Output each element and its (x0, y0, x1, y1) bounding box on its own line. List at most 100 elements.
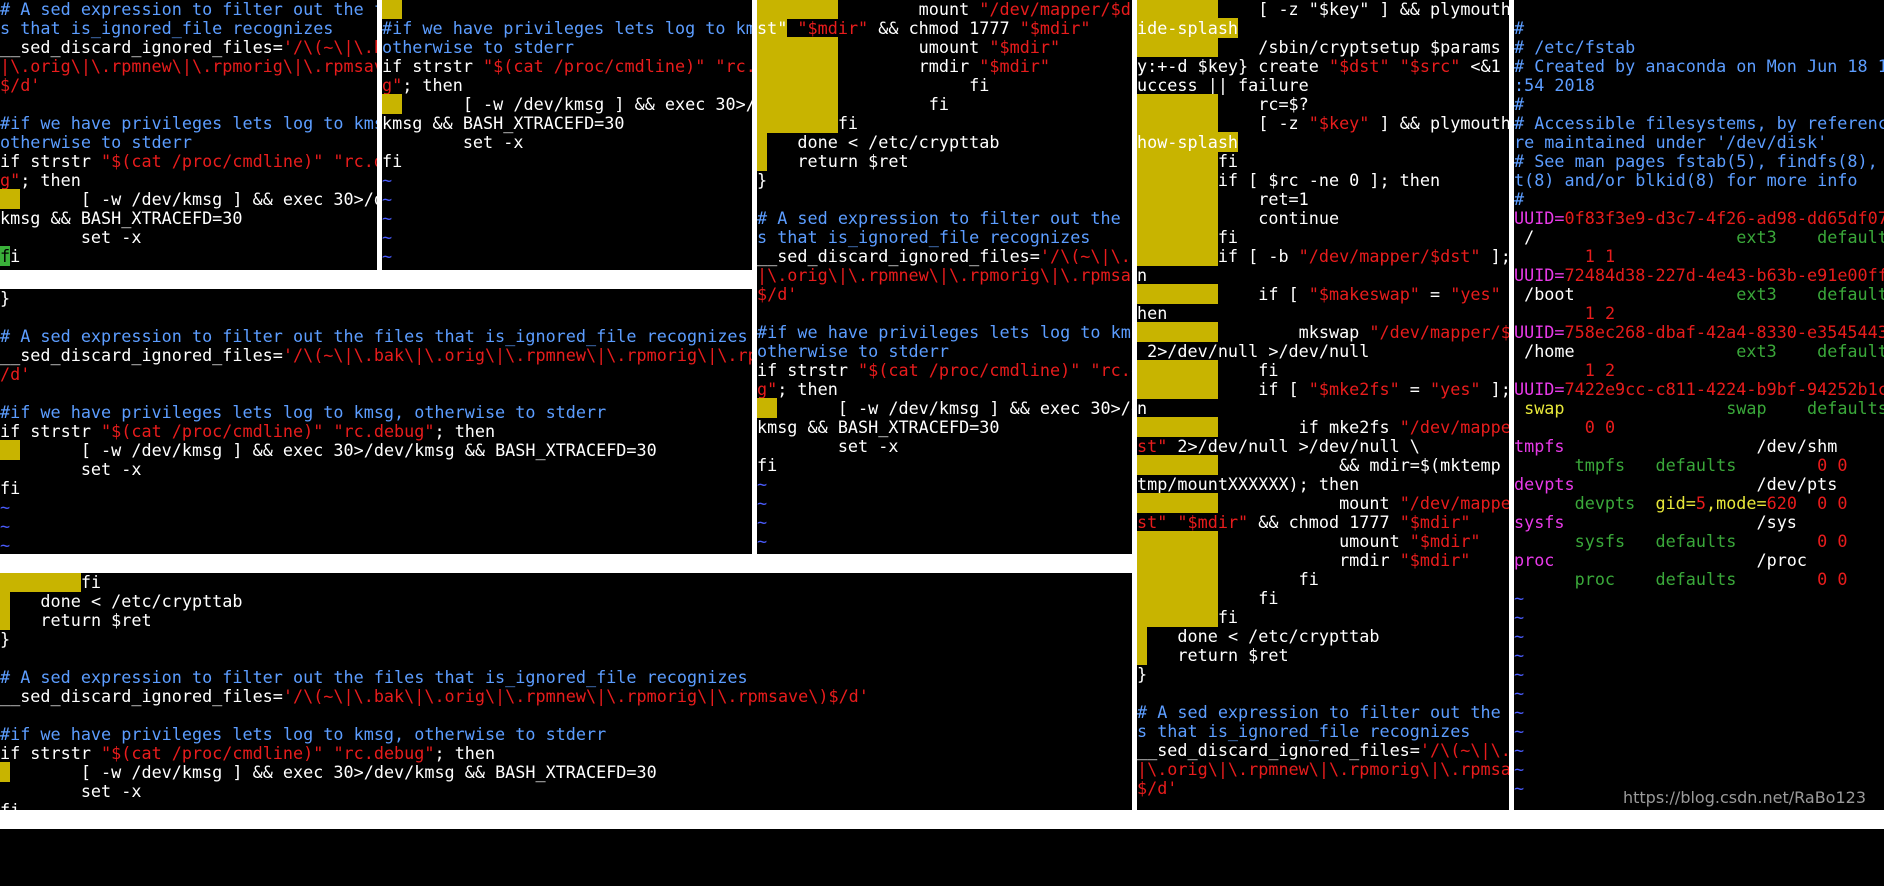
code-line: UUID=758ec268-dbaf-42a4-8330-e354544372b… (1514, 322, 1884, 342)
code-line: # Accessible filesystems, by reference, … (1514, 113, 1884, 133)
code-line: $/d' (0, 75, 41, 95)
code-line: n (1137, 398, 1148, 418)
code-line: [ -w /dev/kmsg ] && exec 30>/dev/kmsg &&… (0, 440, 752, 460)
status-percent: 99% (1474, 867, 1503, 886)
code-line: sysfs defaults 0 0 (1574, 531, 1848, 551)
code-line: otherwise to stderr (757, 341, 949, 361)
code-line: fi (1137, 607, 1509, 627)
code-line: #if we have privileges lets log to kmsg, (382, 18, 752, 38)
vim-pane-5[interactable]: [ -z "$key" ] && plymouth --h ide-splash… (1137, 0, 1509, 810)
code-line: / ext3 defaults (1514, 227, 1884, 247)
status-percent: 全部 (1845, 867, 1878, 886)
code-line: proc defaults 0 0 (1574, 569, 1848, 589)
code-line: # A sed expression to filter out the fil… (0, 0, 377, 19)
code-line: #if we have privileges lets log to kmsg, (0, 113, 377, 133)
code-line: tmpfs /dev/shm (1514, 436, 1838, 456)
vim-pane-1[interactable]: # A sed expression to filter out the fil… (0, 0, 377, 270)
code-line: fi (1137, 151, 1509, 171)
code-line: 0 0 (1584, 417, 1616, 437)
code-line: 2>/dev/null >/dev/null (1137, 341, 1370, 361)
code-line: uccess || failure (1137, 75, 1309, 95)
tilde-line: ~ (382, 246, 393, 266)
vim-pane-3[interactable]: } # A sed expression to filter out the f… (0, 289, 752, 554)
code-line: UUID=72484d38-227d-4e43-b63b-e91e00ff3bc… (1514, 265, 1884, 285)
code-line: |\.orig\|\.rpmnew\|\.rpmorig\|\.rpmsave\… (1137, 759, 1509, 779)
code-line: ide-splash (1137, 18, 1239, 38)
status-line-pane-5: /tmp/functions 987,1 99% (1137, 810, 1509, 886)
code-line: fi (0, 800, 21, 811)
status-filename: /tmp/functions (1141, 829, 1276, 848)
code-line: tmp/mountXXXXXX); then (1137, 474, 1360, 494)
code-line (382, 0, 752, 19)
code-line: continue (1137, 208, 1509, 228)
code-line: if strstr "$(cat /proc/cmdline)" "rc.deb… (0, 151, 377, 171)
code-line: otherwise to stderr (382, 37, 574, 57)
vim-pane-6[interactable]: fi done < /etc/crypttab return $ret } # … (0, 573, 1132, 810)
vim-pane-4[interactable]: mount "/dev/mapper/$d st" "$mdir" && chm… (757, 0, 1132, 554)
code-line: how-splash (1137, 132, 1239, 152)
tilde-line: ~ (0, 497, 11, 517)
vim-pane-fstab[interactable]: # # /etc/fstab # Created by anaconda on … (1514, 0, 1884, 810)
code-line: s that is_ignored_file recognizes (757, 227, 1091, 247)
code-line: /d' (0, 364, 31, 384)
code-line: set -x (80, 227, 142, 247)
tilde-line: ~ (382, 227, 393, 247)
code-line: [ -w /dev/kmsg ] && exec 30>/dev/ (0, 189, 377, 209)
code-line: fi (1137, 227, 1509, 247)
code-line: __sed_discard_ignored_files='/\(~\|\.bak… (0, 686, 869, 706)
code-line: done < /etc/crypttab (0, 591, 1132, 611)
code-line: n (1137, 265, 1148, 285)
tilde-line: ~ (1514, 759, 1525, 779)
code-line: #if we have privileges lets log to kmsg,… (0, 402, 607, 422)
code-line: g"; then (0, 170, 81, 190)
watermark-url: https://blog.csdn.net/RaBo123 (1622, 788, 1866, 807)
code-line: y:+-d $key} create "$dst" "$src" <&1 && … (1137, 56, 1501, 76)
code-line: sysfs /sys (1514, 512, 1797, 532)
code-line: if strstr "$(cat /proc/cmdline)" "rc.deb… (0, 743, 496, 763)
code-line: st" "$mdir" && chmod 1777 "$mdir" (1137, 512, 1471, 532)
vim-pane-2[interactable]: #if we have privileges lets log to kmsg,… (382, 0, 752, 270)
tilde-line: ~ (382, 208, 393, 228)
code-line: st" "$mdir" && chmod 1777 "$mdir" (757, 18, 1091, 38)
code-line: __sed_discard_ignored_files='/\(~\|\.bak… (757, 246, 1132, 266)
code-line: 1 1 (1584, 246, 1616, 266)
code-line: |\.orig\|\.rpmnew\|\.rpmorig\|\.rpmsave\… (757, 265, 1132, 285)
tilde-line: ~ (0, 516, 11, 536)
code-line: #if we have privileges lets log to kmsg,… (0, 724, 607, 744)
tilde-line: ~ (1514, 721, 1525, 741)
code-line: [ -z "$key" ] && plymouth --s (1137, 113, 1509, 133)
code-line: set -x (80, 459, 142, 479)
status-filename: /tmp/functions (4, 829, 139, 848)
code-line: if [ $rc -ne 0 ]; then (1137, 170, 1509, 190)
code-line: return $ret (757, 151, 1132, 171)
code-line: /sbin/cryptsetup $params ${ke (1137, 37, 1509, 57)
code-line: fi (382, 151, 403, 171)
tilde-line: ~ (1514, 664, 1525, 684)
code-line: fi (0, 478, 21, 498)
code-line: } (0, 289, 11, 308)
code-line: 1 2 (1584, 360, 1616, 380)
code-line: rc=$? (1137, 94, 1509, 114)
code-line: devpts gid=5,mode=620 0 0 (1574, 493, 1848, 513)
code-line: __sed_discard_ignored_files='/\(~\|\.bak… (0, 37, 377, 57)
status-line-pane-6: /tmp/functions 987,1 底端 (0, 810, 1132, 886)
code-line: [ -z "$key" ] && plymouth --h (1137, 0, 1509, 19)
code-line: fi (757, 455, 778, 475)
code-line: if [ -b "/dev/mapper/$dst" ]; the (1137, 246, 1509, 266)
code-line: /boot ext3 defaults (1514, 284, 1884, 304)
code-line: if strstr "$(cat /proc/cmdline)" "rc.deb… (382, 56, 752, 76)
status-filename: /tmp/functions (761, 573, 896, 592)
code-line: g"; then (382, 75, 463, 95)
code-line: devpts /dev/pts (1514, 474, 1838, 494)
code-line: fi (757, 94, 1132, 114)
code-line: # A sed expression to filter out the fil… (0, 326, 748, 346)
code-line: if mke2fs "/dev/mapper/$d (1137, 417, 1509, 437)
code-line: return $ret (1137, 645, 1509, 665)
tilde-line: ~ (382, 170, 393, 190)
code-line: 1 2 (1584, 303, 1616, 323)
